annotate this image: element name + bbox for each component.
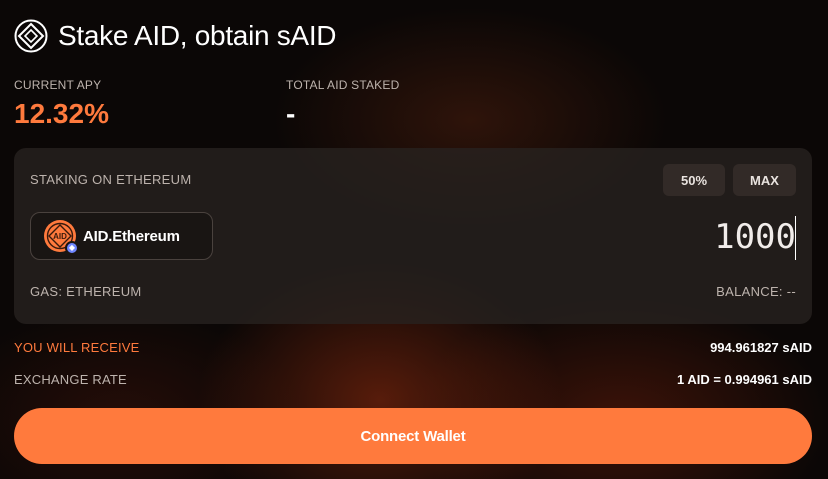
max-button[interactable]: MAX (733, 164, 796, 196)
ethereum-icon: ◆ (65, 241, 79, 255)
receive-row: YOU WILL RECEIVE 994.961827 sAID (14, 340, 812, 355)
connect-wallet-button[interactable]: Connect Wallet (14, 408, 812, 464)
token-selector[interactable]: AID ◆ AID.Ethereum (30, 212, 213, 260)
current-apy-value: 12.32% (14, 98, 109, 129)
input-caret (795, 216, 796, 260)
page-title: Stake AID, obtain sAID (58, 20, 337, 51)
total-staked-label: TOTAL AID STAKED (286, 78, 400, 92)
token-icon-text: AID (53, 232, 67, 241)
receive-value: 994.961827 sAID (710, 340, 812, 355)
stake-input-card: STAKING ON ETHEREUM 50% MAX AID ◆ AID.Et… (14, 148, 812, 324)
receive-label: YOU WILL RECEIVE (14, 340, 140, 355)
token-name: AID.Ethereum (83, 227, 180, 245)
exchange-rate-row: EXCHANGE RATE 1 AID = 0.994961 sAID (14, 372, 812, 387)
total-staked-value: - (286, 98, 296, 129)
staking-network-label: STAKING ON ETHEREUM (30, 172, 192, 187)
current-apy-label: CURRENT APY (14, 78, 102, 92)
exchange-rate-value: 1 AID = 0.994961 sAID (676, 372, 812, 387)
balance-label: BALANCE: -- (716, 284, 796, 299)
fifty-percent-button[interactable]: 50% (663, 164, 725, 196)
aid-token-icon: AID ◆ (43, 219, 79, 255)
current-apy-stat: CURRENT APY 12.32% (14, 78, 109, 130)
aid-diamond-logo-icon (14, 19, 48, 53)
total-staked-stat: TOTAL AID STAKED - (286, 78, 399, 130)
stake-amount-input[interactable] (496, 214, 796, 260)
exchange-rate-label: EXCHANGE RATE (14, 372, 127, 387)
page-header: Stake AID, obtain sAID (14, 18, 337, 54)
gas-network-label: GAS: ETHEREUM (30, 284, 142, 299)
